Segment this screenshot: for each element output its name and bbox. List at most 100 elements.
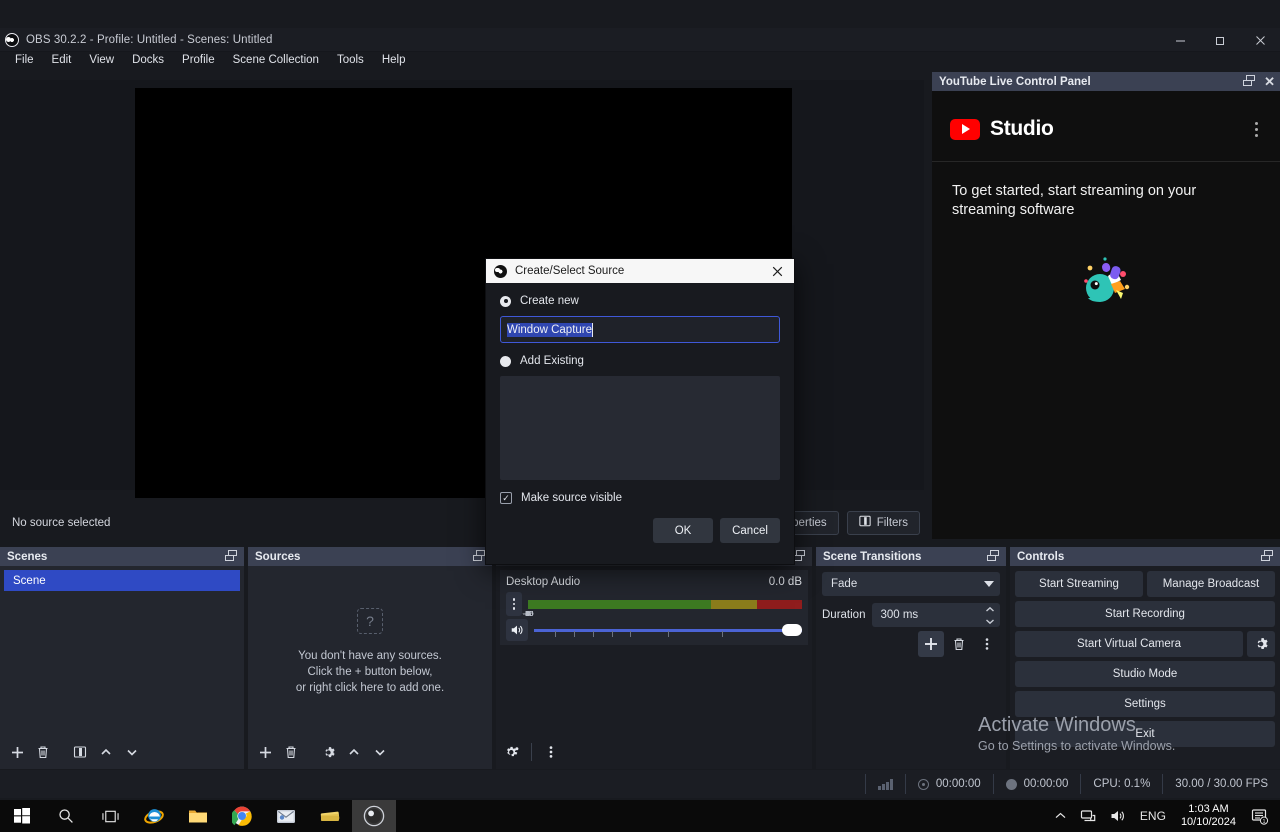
maximize-icon[interactable] <box>1200 28 1240 52</box>
audio-mixer-menu-icon[interactable] <box>539 740 563 764</box>
volume-icon[interactable] <box>1103 809 1133 823</box>
mail-icon[interactable] <box>264 800 308 832</box>
youtube-live-control-panel-dock: YouTube Live Control Panel ✕ Studio To g… <box>932 72 1280 539</box>
stepper-arrows <box>980 603 1000 627</box>
menu-item-edit[interactable]: Edit <box>43 52 81 69</box>
remove-source-icon[interactable] <box>279 740 303 764</box>
controls-dock-title: Controls <box>1017 551 1064 563</box>
make-source-visible-row[interactable]: ✓ Make source visible <box>500 492 780 504</box>
studio-mode-button[interactable]: Studio Mode <box>1015 661 1275 687</box>
menu-item-tools[interactable]: Tools <box>328 52 373 69</box>
filters-button[interactable]: Filters <box>847 511 920 535</box>
menu-item-view[interactable]: View <box>80 52 123 69</box>
windows-taskbar: ENG 1:03 AM 10/10/2024 1 <box>0 800 1280 832</box>
audio-track-db: 0.0 dB <box>769 576 802 588</box>
remove-transition-icon[interactable] <box>946 631 972 657</box>
menu-item-scene-collection[interactable]: Scene Collection <box>224 52 328 69</box>
language-indicator[interactable]: ENG <box>1133 809 1173 823</box>
scenes-toolbar <box>0 735 244 769</box>
youtube-dock-title: YouTube Live Control Panel <box>939 76 1091 88</box>
float-dock-icon[interactable] <box>225 550 239 563</box>
list-item[interactable]: Scene <box>4 570 240 591</box>
stepper-down-icon[interactable] <box>980 615 1000 627</box>
add-source-icon[interactable] <box>253 740 277 764</box>
obs-icon <box>5 33 19 47</box>
move-source-up-icon[interactable] <box>342 740 366 764</box>
scene-transitions-toolbar <box>822 631 1000 657</box>
file-explorer-icon[interactable] <box>176 800 220 832</box>
existing-sources-listbox[interactable] <box>500 376 780 480</box>
controls-row-5: Settings <box>1015 691 1275 717</box>
chrome-icon[interactable] <box>220 800 264 832</box>
dialog-buttons: OK Cancel <box>500 518 780 543</box>
sticky-notes-icon[interactable] <box>308 800 352 832</box>
mute-speaker-icon[interactable] <box>506 619 528 641</box>
start-streaming-button[interactable]: Start Streaming <box>1015 571 1143 597</box>
youtube-overflow-menu-icon[interactable] <box>1251 122 1262 137</box>
taskbar-clock[interactable]: 1:03 AM 10/10/2024 <box>1173 803 1244 829</box>
transition-select[interactable]: Fade <box>822 572 1000 596</box>
add-existing-radio-row[interactable]: Add Existing <box>500 355 780 367</box>
cancel-button[interactable]: Cancel <box>720 518 780 543</box>
float-dock-icon[interactable] <box>1243 75 1257 88</box>
stepper-up-icon[interactable] <box>980 603 1000 615</box>
exit-button[interactable]: Exit <box>1015 721 1275 747</box>
record-time-value: 00:00:00 <box>1024 778 1069 790</box>
advanced-audio-properties-icon[interactable] <box>500 740 524 764</box>
obs-icon[interactable] <box>352 800 396 832</box>
add-existing-radio[interactable] <box>500 356 511 367</box>
controls-body: Start Streaming Manage Broadcast Start R… <box>1010 566 1280 769</box>
notification-icon[interactable]: 1 <box>1244 808 1276 825</box>
controls-row-1: Start Streaming Manage Broadcast <box>1015 571 1275 597</box>
float-dock-icon[interactable] <box>793 550 807 563</box>
scenes-list[interactable]: Scene <box>4 570 240 733</box>
move-scene-up-icon[interactable] <box>94 740 118 764</box>
internet-explorer-icon[interactable] <box>132 800 176 832</box>
audio-track-menu-icon[interactable] <box>506 592 522 616</box>
menu-item-profile[interactable]: Profile <box>173 52 224 69</box>
volume-slider-handle[interactable] <box>782 624 802 636</box>
menu-item-docks[interactable]: Docks <box>123 52 173 69</box>
search-icon[interactable] <box>44 800 88 832</box>
transition-duration-stepper[interactable]: 300 ms <box>872 603 1000 627</box>
scene-transitions-dock: Scene Transitions Fade Duration 300 ms <box>816 547 1006 769</box>
move-source-down-icon[interactable] <box>368 740 392 764</box>
virtual-camera-settings-gear-icon[interactable] <box>1247 631 1275 657</box>
remove-scene-icon[interactable] <box>31 740 55 764</box>
transition-properties-menu-icon[interactable] <box>974 631 1000 657</box>
settings-button[interactable]: Settings <box>1015 691 1275 717</box>
start-recording-button[interactable]: Start Recording <box>1015 601 1275 627</box>
close-icon[interactable] <box>1240 28 1280 52</box>
start-virtual-camera-button[interactable]: Start Virtual Camera <box>1015 631 1243 657</box>
add-transition-icon[interactable] <box>918 631 944 657</box>
add-scene-icon[interactable] <box>5 740 29 764</box>
move-scene-down-icon[interactable] <box>120 740 144 764</box>
status-record-time: 00:00:00 <box>993 774 1081 794</box>
minimize-icon[interactable] <box>1160 28 1200 52</box>
sources-list[interactable]: ? You don't have any sources. Click the … <box>252 570 488 733</box>
scene-filters-icon[interactable] <box>68 740 92 764</box>
create-new-radio[interactable] <box>500 296 511 307</box>
menu-item-help[interactable]: Help <box>373 52 415 69</box>
create-new-radio-row[interactable]: Create new <box>500 295 780 307</box>
make-source-visible-checkbox[interactable]: ✓ <box>500 492 512 504</box>
float-dock-icon[interactable] <box>1261 550 1275 563</box>
close-dock-icon[interactable]: ✕ <box>1264 75 1275 88</box>
source-name-input[interactable]: Window Capture <box>500 316 780 343</box>
obs-icon <box>494 265 507 278</box>
source-properties-icon[interactable] <box>316 740 340 764</box>
ok-button[interactable]: OK <box>653 518 713 543</box>
volume-slider[interactable] <box>534 620 802 640</box>
float-dock-icon[interactable] <box>987 550 1001 563</box>
sources-empty-line-1: You don't have any sources. <box>298 648 442 664</box>
dialog-body: Create new Window Capture Add Existing ✓… <box>486 283 794 543</box>
taskbar-time: 1:03 AM <box>1181 803 1236 816</box>
start-icon[interactable] <box>0 800 44 832</box>
menu-item-file[interactable]: File <box>6 52 43 69</box>
network-icon[interactable] <box>1073 809 1103 823</box>
task-view-icon[interactable] <box>88 800 132 832</box>
show-hidden-icons-icon[interactable] <box>1048 812 1073 820</box>
manage-broadcast-button[interactable]: Manage Broadcast <box>1147 571 1275 597</box>
status-bar: 00:00:00 00:00:00 CPU: 0.1% 30.00 / 30.0… <box>0 770 1280 798</box>
close-icon[interactable] <box>764 260 790 282</box>
